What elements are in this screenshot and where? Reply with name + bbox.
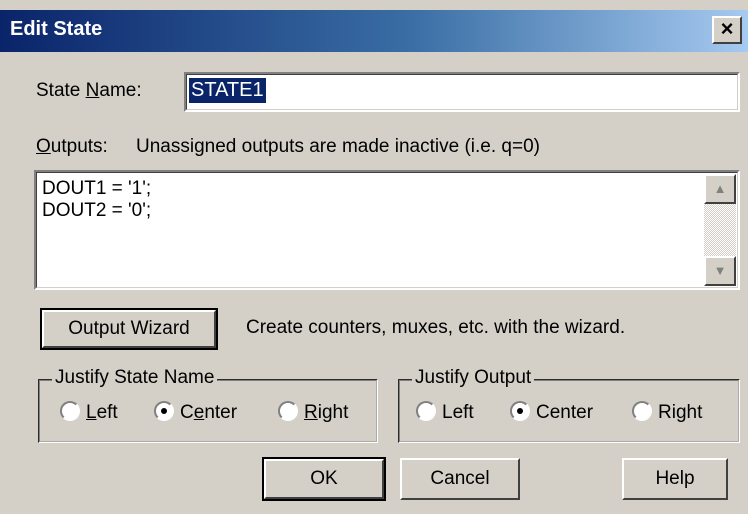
state-center-pre: C <box>180 402 194 423</box>
justify-output-title: Justify Output <box>412 367 535 389</box>
radio-selected-icon <box>154 401 174 421</box>
justify-state-name-title: Justify State Name <box>52 367 218 389</box>
radio-icon <box>278 401 298 421</box>
state-name-input[interactable]: STATE1 <box>184 72 740 112</box>
output-wizard-button[interactable]: Output Wizard <box>40 308 218 350</box>
outputs-textarea[interactable]: DOUT1 = '1'; DOUT2 = '0'; ▲ ▼ <box>34 170 740 290</box>
outputs-lines: DOUT1 = '1'; DOUT2 = '0'; <box>42 178 151 222</box>
output-line: DOUT2 = '0'; <box>42 200 152 221</box>
state-center-key: e <box>193 402 205 423</box>
scroll-up-icon[interactable]: ▲ <box>704 174 736 204</box>
window-title: Edit State <box>10 18 103 40</box>
justify-output-group: Justify Output Left Center Right <box>398 367 740 443</box>
output-right-label: Right <box>658 402 703 423</box>
outputs-hint: Unassigned outputs are made inactive (i.… <box>136 136 540 157</box>
outputs-label-key: O <box>36 136 51 157</box>
state-left-radio[interactable]: Left <box>60 401 118 424</box>
ok-button[interactable]: OK <box>262 457 386 501</box>
state-left-key: L <box>86 402 97 423</box>
output-left-label: Left <box>442 402 474 423</box>
title-bar[interactable]: Edit State × <box>0 10 748 52</box>
state-name-value: STATE1 <box>189 78 266 103</box>
radio-icon <box>416 401 436 421</box>
state-right-key: R <box>304 402 318 423</box>
close-icon[interactable]: × <box>712 16 742 44</box>
output-center-label: Center <box>536 402 594 423</box>
wizard-description: Create counters, muxes, etc. with the wi… <box>246 317 626 338</box>
radio-selected-icon <box>510 401 530 421</box>
help-button[interactable]: Help <box>622 458 728 500</box>
outputs-label: Outputs: <box>36 136 108 158</box>
output-right-radio[interactable]: Right <box>632 401 702 424</box>
state-right-radio[interactable]: Right <box>278 401 348 424</box>
state-left-post: eft <box>96 402 118 423</box>
outputs-scrollbar[interactable]: ▲ ▼ <box>704 174 736 286</box>
radio-icon <box>632 401 652 421</box>
scroll-down-icon[interactable]: ▼ <box>704 256 736 286</box>
cancel-button[interactable]: Cancel <box>400 458 520 500</box>
state-name-input-frame <box>186 74 738 110</box>
state-right-post: ight <box>317 402 349 423</box>
state-name-label-pre: State <box>36 80 86 101</box>
radio-icon <box>60 401 80 421</box>
state-name-label: State Name: <box>36 80 142 102</box>
output-center-radio[interactable]: Center <box>510 401 593 424</box>
outputs-label-post: utputs: <box>50 136 108 157</box>
output-line: DOUT1 = '1'; <box>42 178 152 199</box>
state-name-label-post: ame: <box>99 80 142 101</box>
edit-state-dialog: Edit State × State Name: STATE1 Outputs:… <box>0 0 748 514</box>
state-name-label-key: N <box>85 80 100 101</box>
state-center-radio[interactable]: Center <box>154 401 237 424</box>
state-center-post: nter <box>204 402 238 423</box>
justify-state-name-group: Justify State Name Left Center Right <box>38 367 378 443</box>
output-left-radio[interactable]: Left <box>416 401 474 424</box>
